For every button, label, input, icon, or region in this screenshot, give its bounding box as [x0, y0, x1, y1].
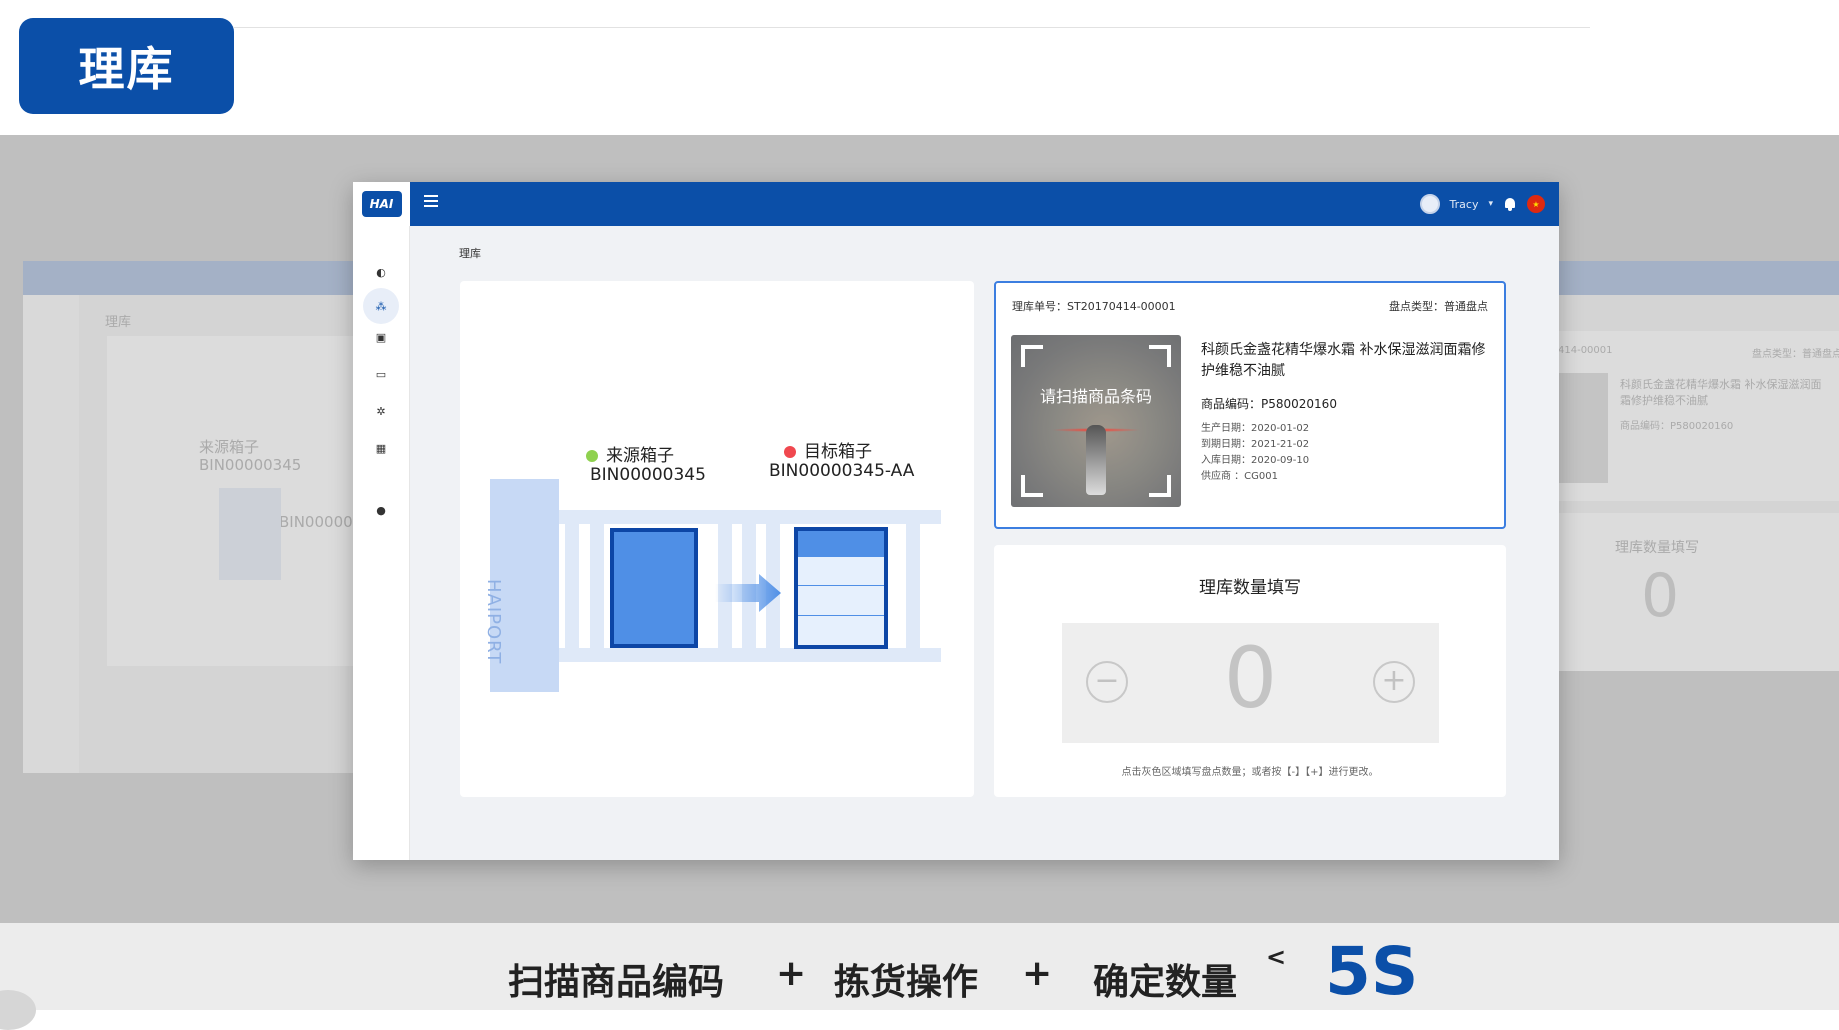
product-name: 科颜氏金盏花精华爆水霜 补水保湿滋润面霜修护维稳不油腻	[1201, 342, 1486, 379]
conveyor-slat	[590, 524, 604, 648]
menu-icon[interactable]	[424, 195, 438, 209]
quantity-input-area[interactable]: − 0 +	[1062, 623, 1439, 743]
brand-logo[interactable]: HAI	[361, 191, 402, 217]
caption-step-quantity: 确定数量	[1093, 962, 1238, 1003]
scan-corner-icon	[1149, 345, 1171, 367]
chevron-down-icon[interactable]: ▾	[1488, 199, 1493, 209]
target-box	[794, 527, 888, 649]
caption-less-than: <	[1266, 943, 1287, 971]
ghost-qty-title: 理库数量填写	[1615, 540, 1699, 556]
conveyor-rail-top	[559, 510, 941, 524]
caption-plus: +	[776, 953, 807, 994]
ghost-screen-left: 理库 来源箱子 BIN00000345 BIN000003	[23, 261, 363, 773]
source-box	[610, 528, 698, 648]
quantity-hint: 点击灰色区域填写盘点数量；或者按【-】【+】进行更改。	[1121, 767, 1379, 778]
scan-prompt: 请扫描商品条码	[1039, 387, 1152, 406]
scan-area[interactable]: 请扫描商品条码	[1011, 335, 1181, 507]
scan-corner-icon	[1021, 475, 1043, 497]
source-box-label-text: 来源箱子	[606, 446, 674, 466]
sidebar: ◐ ⁂ ▣ ▭ ✲ ▦ ●	[353, 226, 410, 860]
process-caption: 扫描商品编码 + 拣货操作 + 确定数量 < 5S	[0, 923, 1839, 1010]
transfer-arrow-icon	[715, 574, 781, 612]
increment-button[interactable]: +	[1373, 661, 1415, 703]
conveyor-rail-bottom	[559, 648, 941, 662]
slide-title: 理库	[19, 18, 234, 114]
target-box-label-text: 目标箱子	[804, 442, 872, 462]
target-box-filled-layer	[798, 531, 884, 557]
sidebar-dashboard-icon[interactable]: ◐	[369, 260, 393, 284]
order-number: 理库单号：ST20170414-00001	[1012, 300, 1176, 313]
logo-container: HAI	[353, 182, 410, 226]
ghost-source-label: 来源箱子	[199, 438, 260, 456]
breadcrumb: 理库	[459, 247, 481, 260]
inbound-date: 入库日期：2020-09-10	[1201, 455, 1310, 466]
caption-time: 5S	[1325, 933, 1419, 1010]
screenshot-stage: 理库 来源箱子 BIN00000345 BIN000003 414-00001 …	[0, 135, 1839, 923]
product-code: 商品编码：P580020160	[1201, 397, 1337, 411]
quantity-title: 理库数量填写	[1199, 578, 1301, 598]
ghost-qty-value: 0	[1641, 561, 1680, 631]
ghost-breadcrumb: 理库	[105, 315, 132, 330]
header-divider	[234, 27, 1590, 28]
ghost-product-name: 科颜氏金盏花精华爆水霜 补水保湿滋润面霜修护维稳不油腻	[1620, 378, 1822, 407]
ghost-source-code: BIN00000345	[199, 456, 302, 474]
quantity-card: 理库数量填写 − 0 + 点击灰色区域填写盘点数量；或者按【-】【+】进行更改。	[994, 545, 1506, 797]
production-date: 生产日期：2020-01-02	[1201, 423, 1310, 434]
target-box-divider	[798, 585, 884, 586]
product-info-card: 理库单号：ST20170414-00001 盘点类型：普通盘点 请扫描商品条码 …	[994, 281, 1506, 529]
bell-icon[interactable]	[1503, 196, 1517, 212]
scan-corner-icon	[1149, 475, 1171, 497]
ghost-order-fragment: 414-00001	[1558, 345, 1613, 356]
ghost-box	[219, 488, 281, 580]
sidebar-inventory-icon[interactable]: ⁂	[363, 288, 399, 324]
barcode-scanner-icon	[1086, 425, 1106, 495]
caption-step-scan: 扫描商品编码	[508, 962, 725, 1003]
app-header: Tracy ▾ ★	[410, 182, 1559, 226]
user-area: Tracy ▾ ★	[1419, 192, 1545, 216]
target-dot-icon	[784, 446, 796, 458]
sidebar-help-icon[interactable]: ●	[369, 498, 393, 522]
conveyor-slat	[565, 524, 579, 648]
ghost-scan-box	[1558, 373, 1608, 483]
haiport-label: HAIPORT	[483, 579, 504, 665]
ghost-product-code: 商品编码：P580020160	[1620, 421, 1734, 432]
target-box-code: BIN00000345-AA	[769, 461, 915, 481]
ghost-target-fragment: BIN000003	[279, 513, 363, 531]
operation-panel: 来源箱子 BIN00000345 目标箱子 BIN00000345-AA HAI…	[460, 281, 974, 797]
conveyor-slat	[906, 524, 920, 648]
scan-corner-icon	[1021, 345, 1043, 367]
sidebar-report-icon[interactable]: ▣	[369, 325, 393, 349]
user-name[interactable]: Tracy	[1450, 198, 1479, 211]
source-box-label: 来源箱子	[586, 441, 674, 466]
target-box-divider	[798, 615, 884, 616]
app-window: HAI Tracy ▾ ★ ◐ ⁂ ▣ ▭ ✲ ▦ ● 理库 来源箱子 BIN0…	[353, 182, 1559, 860]
source-dot-icon	[586, 450, 598, 462]
ghost-sidebar	[23, 295, 79, 773]
caption-step-pick: 拣货操作	[834, 962, 979, 1003]
user-avatar[interactable]	[1419, 194, 1440, 214]
target-box-label: 目标箱子	[784, 437, 872, 462]
sidebar-settings-icon[interactable]: ✲	[369, 399, 393, 423]
caption-plus: +	[1022, 953, 1053, 994]
sidebar-monitor-icon[interactable]: ▭	[369, 362, 393, 386]
ghost-header	[23, 261, 363, 295]
ghost-count-type: 盘点类型：普通盘点	[1752, 349, 1839, 360]
source-box-code: BIN00000345	[590, 465, 706, 485]
product-meta: 生产日期：2020-01-02 到期日期：2021-21-02 入库日期：202…	[1201, 421, 1309, 485]
supplier: 供应商 ：CG001	[1201, 471, 1278, 482]
count-type: 盘点类型：普通盘点	[1389, 300, 1488, 313]
language-flag-icon[interactable]: ★	[1527, 195, 1545, 213]
sidebar-apps-icon[interactable]: ▦	[369, 436, 393, 460]
expiry-date: 到期日期：2021-21-02	[1201, 439, 1310, 450]
